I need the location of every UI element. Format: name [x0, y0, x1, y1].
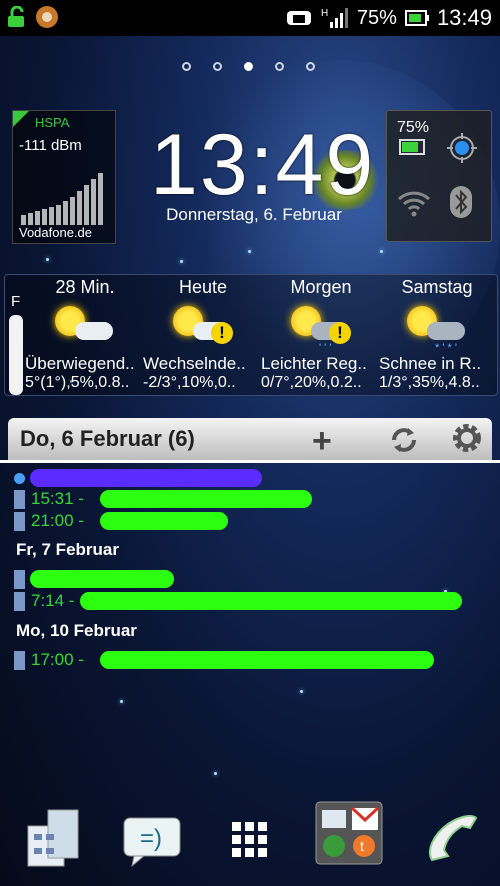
app-notification-icon: [36, 6, 58, 28]
weather-side-bar: [9, 315, 23, 395]
weather-values: -2/3°,10%,0..: [143, 374, 236, 391]
add-event-icon[interactable]: +: [312, 422, 332, 461]
weather-day: Samstag: [401, 277, 473, 297]
status-clock: 13:49: [436, 5, 492, 30]
toggle-battery-percentage: 75%: [397, 119, 430, 136]
redacted-text: [80, 592, 462, 610]
rain-warning-icon: ' ' '!: [285, 304, 357, 354]
svg-text:=): =): [140, 825, 162, 852]
agenda-event[interactable]: [14, 569, 31, 590]
agenda-event[interactable]: 21:00 -: [14, 511, 84, 532]
event-dot-icon: [14, 473, 25, 485]
agenda-event[interactable]: 15:31 -: [14, 489, 84, 510]
settings-gear-icon[interactable]: [450, 421, 484, 455]
battery-icon: [399, 139, 425, 155]
app-folder-icon[interactable]: t: [314, 796, 384, 866]
agenda-event[interactable]: [14, 468, 31, 488]
calendar-color-bar: [14, 651, 25, 671]
redacted-text: [100, 651, 434, 669]
page-dot[interactable]: [306, 62, 315, 71]
weather-values: 0/7°,20%,0.2..: [261, 374, 362, 391]
star: [248, 250, 251, 253]
star: [180, 260, 183, 263]
redacted-text: [100, 490, 312, 508]
signal-corner-marker: [13, 111, 29, 127]
wifi-icon[interactable]: [397, 189, 431, 217]
mobile-signal-icon: H: [321, 8, 348, 28]
page-indicator: [182, 62, 315, 71]
weather-desc: Leichter Reg..: [261, 354, 367, 373]
svg-text:t: t: [360, 838, 364, 854]
event-time: 17:00 -: [31, 650, 84, 669]
dock: =) t: [0, 800, 500, 886]
calendar-color-bar: [14, 490, 25, 510]
weather-desc: Überwiegend..: [25, 354, 135, 373]
star: [300, 690, 303, 693]
quick-toggles-widget: 75%: [386, 110, 492, 242]
star: [120, 700, 123, 703]
agenda-divider: [0, 460, 500, 463]
event-time: 15:31 -: [31, 489, 84, 508]
weather-side-label: F: [11, 293, 21, 310]
weather-column[interactable]: Heute ! Wechselnde.. -2/3°,10%,0..: [143, 277, 263, 392]
network-type-label: H: [321, 8, 328, 19]
weather-day: Heute: [178, 277, 228, 297]
signal-widget[interactable]: HSPA -111 dBm Vodafone.de: [12, 110, 116, 244]
page-dot[interactable]: [182, 62, 191, 71]
contacts-app-icon[interactable]: [20, 804, 86, 870]
star: [46, 258, 49, 261]
agenda-day-heading: Mo, 10 Februar: [16, 621, 137, 640]
phone-app-icon[interactable]: [424, 810, 480, 866]
bluetooth-icon[interactable]: [449, 185, 473, 219]
weather-side-tab[interactable]: F: [5, 283, 27, 395]
lock-open-icon: [8, 6, 24, 27]
clock-widget-date[interactable]: Donnerstag, 6. Februar: [144, 205, 364, 225]
calendar-color-bar: [14, 512, 25, 532]
agenda-event[interactable]: 17:00 -: [14, 650, 84, 671]
calendar-color-bar: [14, 592, 25, 612]
star: [214, 772, 217, 775]
sync-icon[interactable]: [388, 424, 420, 456]
operator-name: Vodafone.de: [19, 225, 93, 240]
calendar-color-bar: [14, 570, 25, 590]
weather-widget[interactable]: F 28 Min. Überwiegend.. 5°(1°),5%,0.8.. …: [4, 274, 498, 396]
agenda-header[interactable]: Do, 6 Februar (6) +: [8, 418, 492, 460]
agenda-event[interactable]: 7:14 -: [14, 591, 75, 612]
weather-day: Morgen: [290, 277, 352, 297]
page-dot[interactable]: [213, 62, 222, 71]
headset-icon: [286, 11, 311, 25]
network-tech: HSPA: [35, 115, 70, 130]
weather-desc: Wechselnde..: [143, 354, 246, 373]
weather-values: 5°(1°),5%,0.8..: [25, 374, 130, 391]
agenda-title[interactable]: Do, 6 Februar (6): [20, 426, 195, 452]
weather-column[interactable]: Morgen ' ' '! Leichter Reg.. 0/7°,20%,0.…: [261, 277, 381, 392]
weather-column[interactable]: 28 Min. Überwiegend.. 5°(1°),5%,0.8..: [25, 277, 145, 392]
weather-day: 28 Min.: [55, 277, 115, 297]
app-drawer-grid-icon[interactable]: [230, 820, 270, 860]
clock-widget-time[interactable]: 13:49: [150, 116, 373, 215]
sun-cloud-icon: [49, 304, 121, 354]
redacted-text: [30, 469, 262, 487]
page-dot-active[interactable]: [244, 62, 253, 71]
weather-column[interactable]: Samstag * ' * ' Schnee in R.. 1/3°,35%,4…: [379, 277, 495, 392]
redacted-text: [30, 570, 174, 588]
agenda-day-heading: Fr, 7 Februar: [16, 540, 119, 559]
signal-strength: -111 dBm: [19, 137, 82, 154]
gps-icon[interactable]: [447, 133, 477, 163]
sun-cloud-warning-icon: !: [167, 304, 239, 354]
weather-desc: Schnee in R..: [379, 354, 482, 373]
redacted-text: [100, 512, 228, 530]
status-bar[interactable]: H 75% 13:49: [0, 0, 500, 36]
event-time: 7:14 -: [31, 591, 75, 610]
battery-icon: [404, 10, 429, 26]
messages-app-icon[interactable]: =): [120, 814, 184, 868]
page-dot[interactable]: [275, 62, 284, 71]
event-time: 21:00 -: [31, 511, 84, 530]
star: [380, 250, 383, 253]
snow-rain-icon: * ' * ': [401, 304, 473, 354]
signal-bars-icon: [21, 173, 113, 225]
battery-percentage: 75%: [356, 6, 397, 29]
weather-values: 1/3°,35%,4.8..: [379, 374, 480, 391]
